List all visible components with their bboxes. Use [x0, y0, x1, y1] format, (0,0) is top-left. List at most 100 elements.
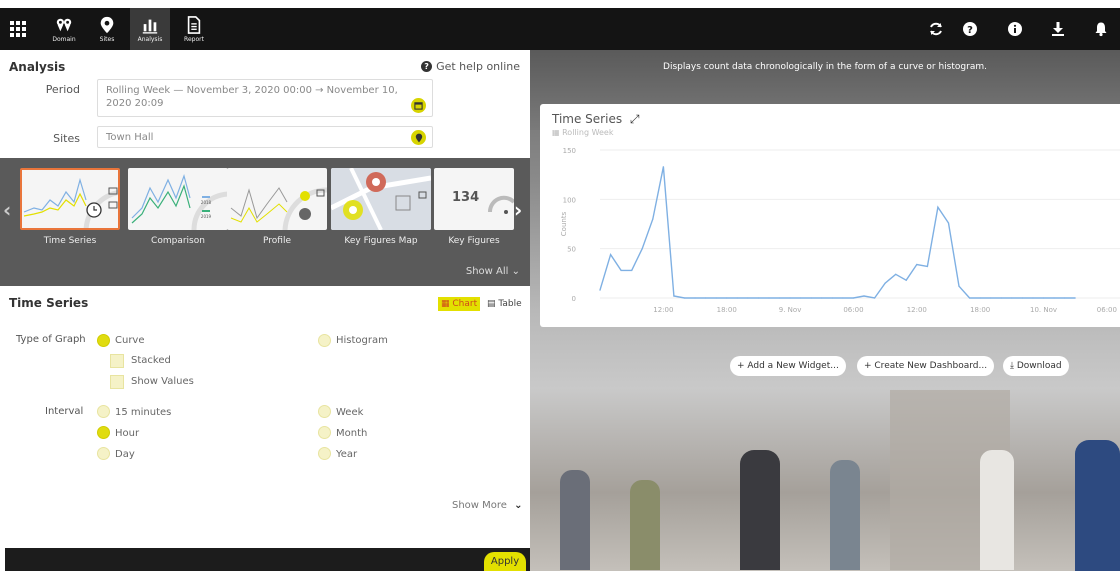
- series-line: [599, 166, 1076, 299]
- week-radio[interactable]: [318, 405, 331, 418]
- table-view-button[interactable]: ▤ Table: [487, 297, 522, 311]
- time-series-thumb-icon: [23, 177, 118, 228]
- data-point: [810, 297, 812, 299]
- data-point: [1074, 297, 1076, 299]
- y-tick-label: 50: [567, 246, 576, 254]
- sites-label: Sites: [53, 132, 80, 145]
- show-values-label: Show Values: [131, 376, 194, 387]
- carousel-prev-arrow[interactable]: ‹: [3, 198, 11, 222]
- card-profile[interactable]: [227, 168, 327, 230]
- data-point: [831, 297, 833, 299]
- background-pedestrian: [630, 480, 660, 570]
- nav-report-label: Report: [184, 35, 204, 43]
- carousel-next-arrow[interactable]: ›: [514, 198, 522, 222]
- nav-analysis[interactable]: Analysis: [130, 8, 170, 50]
- download-icon[interactable]: [1050, 21, 1066, 37]
- download-button[interactable]: ⤓ Download: [1003, 356, 1069, 376]
- y-axis-label: Counts: [560, 211, 568, 236]
- comparison-year-1: 2018: [201, 200, 212, 205]
- nav-sites[interactable]: Sites: [87, 8, 127, 50]
- data-point: [800, 297, 802, 299]
- data-point: [990, 297, 992, 299]
- analysis-panel: Analysis ? Get help online Period Rollin…: [0, 50, 530, 571]
- help-link[interactable]: ? Get help online: [421, 60, 520, 73]
- card-time-series[interactable]: [20, 168, 120, 230]
- 15-minutes-radio[interactable]: [97, 405, 110, 418]
- period-field[interactable]: Rolling Week — November 3, 2020 00:00 → …: [97, 79, 433, 117]
- site-pin-icon[interactable]: [411, 130, 426, 145]
- card-key-figures[interactable]: 134: [434, 168, 514, 230]
- data-point: [736, 297, 738, 299]
- type-of-graph-label: Type of Graph: [16, 334, 86, 345]
- curve-radio[interactable]: [97, 334, 110, 347]
- histogram-label: Histogram: [336, 335, 388, 346]
- data-point: [1000, 297, 1002, 299]
- download-label: Download: [1016, 361, 1062, 371]
- show-more-label: Show More: [452, 500, 507, 511]
- 15-minutes-label: 15 minutes: [115, 407, 172, 418]
- data-point: [852, 297, 855, 299]
- comparison-year-2: 2019: [201, 214, 212, 219]
- month-label: Month: [336, 428, 368, 439]
- stacked-checkbox[interactable]: [110, 354, 124, 368]
- apply-button[interactable]: Apply: [484, 552, 526, 571]
- data-point: [631, 269, 633, 271]
- top-navigation-bar: Domain Sites Analysis Report ?: [0, 8, 1120, 50]
- data-point: [652, 218, 654, 220]
- stacked-label: Stacked: [131, 355, 171, 366]
- data-point: [863, 295, 865, 297]
- nav-report[interactable]: Report: [174, 8, 214, 50]
- x-tick-label: 10. Nov: [1030, 306, 1057, 314]
- day-radio[interactable]: [97, 447, 110, 460]
- x-tick-label: 12:00: [907, 306, 927, 314]
- background-pedestrian: [980, 450, 1014, 570]
- show-all-link[interactable]: Show All ⌄: [466, 266, 520, 277]
- calendar-icon[interactable]: [411, 98, 426, 113]
- chart-view-button[interactable]: ▦ Chart: [438, 297, 481, 311]
- data-point: [969, 297, 971, 299]
- show-more-link[interactable]: Show More ⌄: [452, 500, 523, 511]
- data-point: [979, 297, 981, 299]
- period-value: Rolling Week — November 3, 2020 00:00 → …: [106, 85, 398, 109]
- interval-label: Interval: [45, 406, 84, 417]
- time-series-chart: 0 50 100 150 Counts 12:00 18:00 9. Nov 06:00 12:0…: [560, 147, 1120, 314]
- background-pedestrian: [1075, 440, 1120, 571]
- domain-icon: [56, 18, 72, 31]
- hour-label: Hour: [115, 428, 140, 439]
- data-point: [747, 297, 749, 299]
- data-point: [778, 297, 781, 299]
- chevron-down-icon: ⌄: [514, 500, 523, 511]
- bell-icon[interactable]: [1093, 21, 1109, 37]
- bar-chart-icon: [142, 19, 158, 34]
- nav-sites-label: Sites: [99, 35, 115, 43]
- sites-field[interactable]: Town Hall: [97, 126, 433, 148]
- background-pedestrian: [560, 470, 590, 570]
- year-radio[interactable]: [318, 447, 331, 460]
- chart-view-label: Chart: [452, 299, 478, 309]
- time-series-section-title: Time Series: [9, 296, 89, 310]
- comparison-thumb-icon: 2018 2019: [131, 174, 228, 230]
- create-dashboard-button[interactable]: + Create New Dashboard...: [857, 356, 995, 376]
- refresh-icon[interactable]: [928, 21, 944, 37]
- y-tick-label: 100: [563, 196, 576, 204]
- data-point: [821, 297, 823, 299]
- card-key-figures-map[interactable]: [331, 168, 431, 230]
- month-radio[interactable]: [318, 426, 331, 439]
- time-series-chart-card: Time Series ⤢ ▦ Rolling Week 0 50 100 150 Co…: [540, 104, 1120, 327]
- show-values-checkbox[interactable]: [110, 375, 124, 389]
- hour-radio[interactable]: [97, 426, 110, 439]
- document-icon: [187, 15, 201, 34]
- info-icon[interactable]: [1007, 21, 1023, 37]
- nav-analysis-label: Analysis: [137, 35, 163, 43]
- apps-grid-icon[interactable]: [10, 21, 26, 37]
- add-widget-button[interactable]: + Add a New Widget...: [730, 356, 846, 376]
- histogram-radio[interactable]: [318, 334, 331, 347]
- card-comparison[interactable]: 2018 2019: [128, 168, 228, 230]
- data-point: [620, 269, 622, 271]
- profile-thumb-icon: [230, 187, 327, 230]
- data-point: [599, 289, 601, 291]
- nav-domain[interactable]: Domain: [44, 8, 84, 50]
- data-point: [842, 297, 844, 299]
- show-all-label: Show All: [465, 266, 509, 277]
- help-icon[interactable]: ?: [962, 21, 978, 37]
